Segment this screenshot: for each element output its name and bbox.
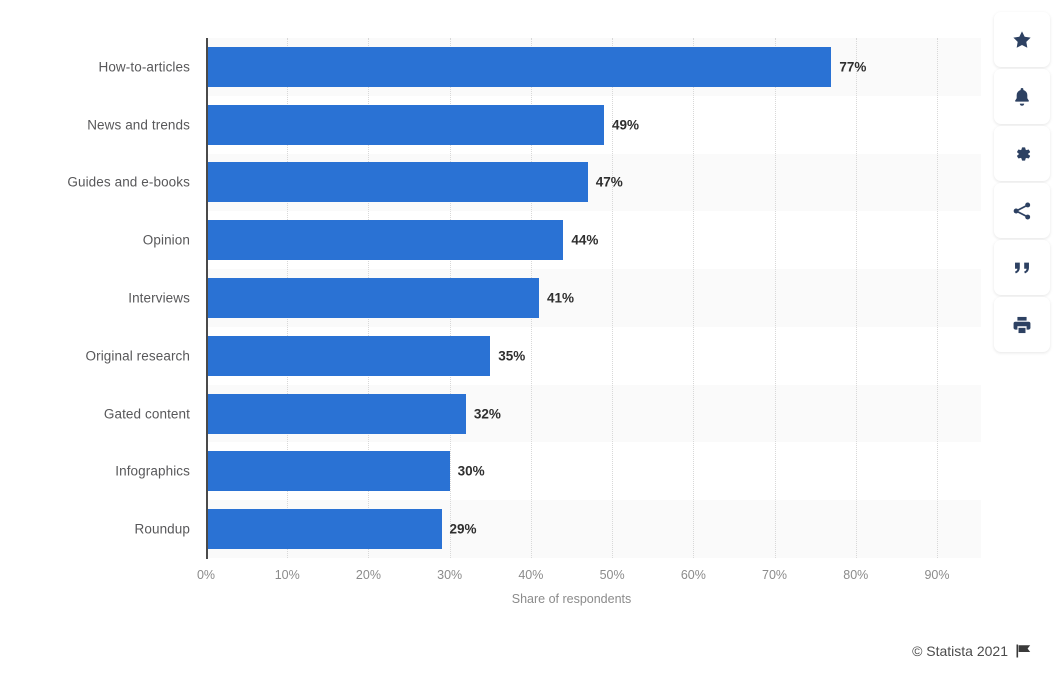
x-tick-label: 50% xyxy=(599,568,625,582)
share-button[interactable] xyxy=(994,183,1050,238)
x-axis-title: Share of respondents xyxy=(511,592,632,606)
alert-button[interactable] xyxy=(994,69,1050,124)
bar[interactable] xyxy=(206,162,588,203)
category-label: Roundup xyxy=(134,521,190,537)
bar[interactable] xyxy=(206,509,442,550)
favorite-button[interactable] xyxy=(994,12,1050,67)
y-axis-line xyxy=(206,38,208,559)
x-tick-label: 20% xyxy=(355,568,381,582)
bell-icon xyxy=(1011,86,1033,108)
category-label: Opinion xyxy=(142,232,190,248)
bar-value-label: 47% xyxy=(595,174,623,190)
share-icon xyxy=(1011,200,1033,222)
x-tick-label: 0% xyxy=(196,568,216,582)
print-icon xyxy=(1011,314,1033,336)
bar-row: Gated content 32% xyxy=(104,385,937,443)
bar-row: How-to-articles 77% xyxy=(98,38,937,96)
bar[interactable] xyxy=(206,220,564,261)
flag-icon[interactable] xyxy=(1016,644,1032,658)
bar[interactable] xyxy=(206,104,604,145)
bar-row: Original research 35% xyxy=(86,327,937,385)
footer-credit: © Statista 2021 xyxy=(912,643,1032,659)
category-label: News and trends xyxy=(87,117,190,133)
quote-icon xyxy=(1011,257,1033,279)
x-tick-label: 90% xyxy=(924,568,950,582)
bar-row: Interviews 41% xyxy=(128,269,937,327)
action-toolbar xyxy=(994,12,1050,352)
category-label: Infographics xyxy=(115,463,190,479)
gridline xyxy=(937,38,939,558)
bar-chart-figure: How-to-articles 77% News and trends 49% Guid… xyxy=(0,0,981,673)
settings-button[interactable] xyxy=(994,126,1050,181)
x-tick-label: 70% xyxy=(762,568,788,582)
x-tick-label: 10% xyxy=(274,568,300,582)
bar-row: Roundup 29% xyxy=(135,500,937,558)
category-label: Interviews xyxy=(128,290,190,306)
bar[interactable] xyxy=(206,451,450,492)
copyright-text: © Statista 2021 xyxy=(912,643,1008,659)
bar-row: News and trends 49% xyxy=(87,96,937,154)
plot-area: How-to-articles 77% News and trends 49% Guid… xyxy=(67,38,981,558)
bar-value-label: 49% xyxy=(611,117,640,133)
bar-row: Opinion 44% xyxy=(143,211,937,269)
bar-value-label: 41% xyxy=(547,290,575,306)
x-tick-label: 60% xyxy=(680,568,706,582)
bar-value-label: 30% xyxy=(457,463,485,479)
x-tick-label: 30% xyxy=(437,568,463,582)
bar[interactable] xyxy=(206,46,832,87)
bar[interactable] xyxy=(206,393,466,434)
bar-value-label: 77% xyxy=(839,59,867,75)
bar-value-label: 35% xyxy=(498,348,526,364)
x-tick-label: 40% xyxy=(518,568,544,582)
bar[interactable] xyxy=(206,277,539,318)
x-tick-label: 80% xyxy=(843,568,869,582)
category-label: Guides and e-books xyxy=(67,174,190,190)
gear-icon xyxy=(1011,143,1033,165)
category-label: How-to-articles xyxy=(98,59,190,75)
bar-value-label: 44% xyxy=(571,232,599,248)
bar[interactable] xyxy=(206,335,491,376)
bar-row: Infographics 30% xyxy=(115,442,937,500)
star-icon xyxy=(1011,29,1033,51)
category-label: Original research xyxy=(85,348,190,364)
category-label: Gated content xyxy=(103,406,190,422)
bar-value-label: 32% xyxy=(473,406,501,422)
cite-button[interactable] xyxy=(994,240,1050,295)
bar-row: Guides and e-books 47% xyxy=(67,154,937,212)
print-button[interactable] xyxy=(994,297,1050,352)
bar-value-label: 29% xyxy=(449,521,477,537)
